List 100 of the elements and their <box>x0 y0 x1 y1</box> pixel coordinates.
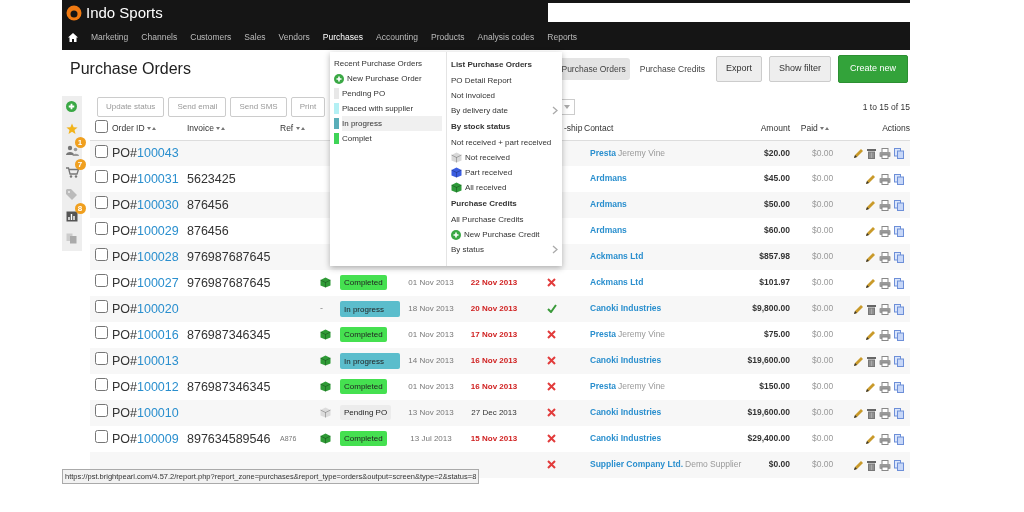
contact-person: Demo Supplier <box>685 459 742 470</box>
printer-icon <box>879 407 891 419</box>
paid-amount: $0.00 <box>812 459 834 470</box>
select-all-checkbox[interactable] <box>94 120 108 134</box>
nav-link[interactable]: Analysis codes <box>477 30 535 44</box>
amount: $75.00 <box>764 329 790 340</box>
amount: $20.00 <box>764 147 790 158</box>
row-checkbox[interactable] <box>94 274 108 288</box>
column-header[interactable]: Order ID <box>112 123 145 134</box>
menu-item[interactable]: Part received <box>465 165 513 180</box>
menu-item[interactable]: New Purchase Order <box>347 71 422 86</box>
header-button[interactable]: Show filter <box>768 56 831 82</box>
row-checkbox[interactable] <box>94 378 108 392</box>
row-checkbox[interactable] <box>94 352 108 366</box>
menu-heading: Purchase Credits <box>451 197 517 210</box>
status-label: Pending PO <box>340 405 392 421</box>
menu-item[interactable]: In progress <box>342 116 442 131</box>
nav-link[interactable]: Marketing <box>91 30 129 44</box>
invoice-number: 897634589546 <box>187 431 271 446</box>
order-link[interactable]: 100029 <box>137 223 179 238</box>
nav-link[interactable]: Reports <box>547 30 578 44</box>
search-field[interactable] <box>548 3 910 22</box>
delivery-date: 16 Nov 2013 <box>470 382 518 392</box>
count-badge: 7 <box>74 159 86 170</box>
order-link[interactable]: 100027 <box>137 275 179 290</box>
column-header[interactable]: Amount <box>760 123 790 134</box>
status-label: In progress <box>340 353 400 369</box>
column-header[interactable]: Contact <box>584 123 614 134</box>
order-date: 13 Jul 2013 <box>410 434 452 444</box>
row-checkbox[interactable] <box>94 430 108 444</box>
order-link[interactable]: 100012 <box>137 379 179 394</box>
paid-amount: $0.00 <box>812 277 834 288</box>
delivery-date: 20 Nov 2013 <box>470 304 518 314</box>
nav-link[interactable]: Channels <box>141 30 178 44</box>
column-header[interactable]: Invoice <box>187 123 214 134</box>
row-checkbox[interactable] <box>94 222 108 236</box>
order-prefix: PO# <box>112 327 137 342</box>
menu-item[interactable]: All received <box>465 180 507 195</box>
order-prefix: PO# <box>112 145 137 160</box>
order-date: 14 Nov 2013 <box>408 356 454 366</box>
menu-item[interactable]: Placed with supplier <box>342 101 414 116</box>
amount: $50.00 <box>764 199 790 210</box>
menu-item[interactable]: By delivery date <box>451 103 508 118</box>
printer-icon <box>879 303 891 315</box>
order-link[interactable]: 100016 <box>137 327 179 342</box>
menu-item[interactable]: New Purchase Credit <box>464 227 540 242</box>
amount: $0.00 <box>768 459 790 470</box>
pencil-icon <box>853 147 864 159</box>
column-header[interactable]: -ship <box>564 123 583 134</box>
column-header[interactable]: Paid <box>800 123 818 134</box>
nav-link[interactable]: Products <box>431 30 465 44</box>
people-icon <box>65 145 79 157</box>
menu-item[interactable]: Complet <box>342 131 372 146</box>
nav-link[interactable]: Accounting <box>376 30 419 44</box>
contact-link[interactable]: Presta <box>590 381 616 392</box>
order-date: 01 Nov 2013 <box>408 278 454 288</box>
nav-link[interactable]: Purchases <box>322 30 363 44</box>
invoice-number: 976987687645 <box>187 249 271 264</box>
contact-link[interactable]: Presta <box>590 329 616 340</box>
paid-amount: $0.00 <box>812 147 834 158</box>
contact-link[interactable]: Ardmans <box>590 225 627 236</box>
column-header[interactable]: Actions <box>882 123 910 134</box>
contact-link[interactable]: Canoki Industries <box>590 433 662 444</box>
row-checkbox[interactable] <box>94 404 108 418</box>
menu-item[interactable]: All Purchase Credits <box>451 212 524 227</box>
row-checkbox[interactable] <box>94 248 108 262</box>
contact-link[interactable]: Ardmans <box>590 173 627 184</box>
nav-link[interactable]: Sales <box>244 30 266 44</box>
invoice-number: 876987346345 <box>187 379 271 394</box>
copy-icon <box>894 199 904 211</box>
contact-link[interactable]: Ackmans Ltd <box>590 277 644 288</box>
row-checkbox[interactable] <box>94 326 108 340</box>
header-button[interactable]: Export <box>715 56 762 82</box>
printer-icon <box>879 225 891 237</box>
row-checkbox[interactable] <box>94 144 108 158</box>
view-tab[interactable]: Purchase Credits <box>635 57 709 81</box>
invoice-number: 876987346345 <box>187 327 271 342</box>
add-icon <box>65 101 77 113</box>
row-checkbox[interactable] <box>94 300 108 314</box>
paid-amount: $0.00 <box>812 173 834 184</box>
order-link[interactable]: 100031 <box>137 171 179 186</box>
order-link[interactable]: 100009 <box>137 431 179 446</box>
menu-item[interactable]: By status <box>451 242 484 257</box>
nav-link[interactable]: Vendors <box>278 30 310 44</box>
nav-link[interactable]: Customers <box>190 30 232 44</box>
menu-item[interactable]: PO Detail Report <box>451 73 512 88</box>
menu-item[interactable]: Not received <box>465 150 510 165</box>
copy-icon <box>894 355 904 367</box>
menu-item[interactable]: Not invoiced <box>451 88 496 103</box>
menu-item[interactable]: Pending PO <box>342 86 386 101</box>
delivery-date: 22 Nov 2013 <box>470 278 518 288</box>
column-header[interactable]: Ref <box>280 123 294 134</box>
menu-item[interactable]: Not received + part received <box>451 135 552 150</box>
row-checkbox[interactable] <box>94 196 108 210</box>
add-icon <box>334 73 344 84</box>
order-date: 13 Nov 2013 <box>408 408 454 418</box>
status-label: Completed <box>340 431 387 447</box>
copy-icon <box>894 433 904 445</box>
delivery-date: 17 Nov 2013 <box>470 330 518 340</box>
row-checkbox[interactable] <box>94 170 108 184</box>
